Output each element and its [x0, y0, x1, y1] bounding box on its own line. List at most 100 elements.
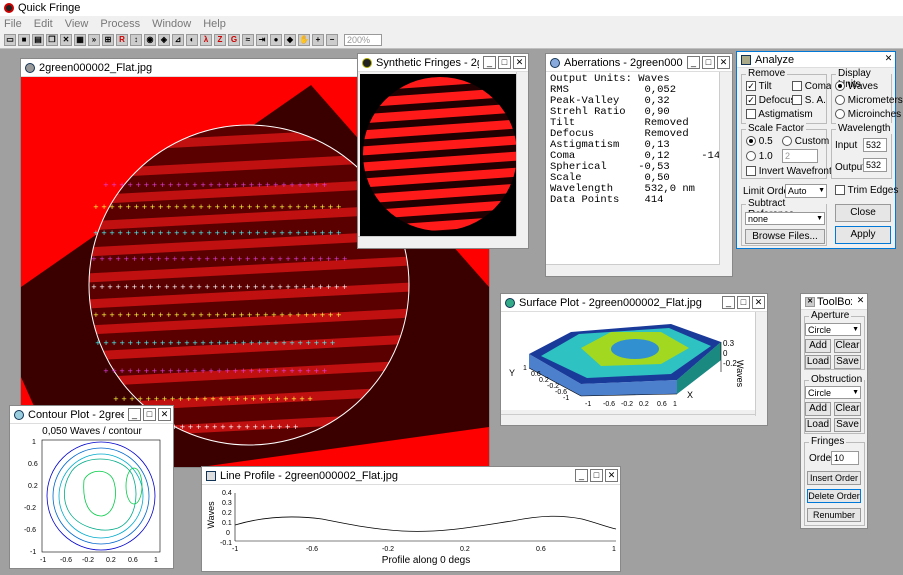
aberrations-titlebar[interactable]: Aberrations - 2green000002_Flat... _□✕ [546, 54, 732, 72]
trim-edges-checkbox[interactable]: Trim Edges [835, 185, 898, 196]
minimize-icon[interactable]: _ [483, 56, 496, 69]
cube-icon[interactable]: ◆ [284, 33, 296, 46]
close-icon[interactable]: ✕ [854, 295, 867, 308]
input-wavelength-field[interactable]: 532 [863, 138, 887, 152]
profile-titlebar[interactable]: Line Profile - 2green000002_Flat.jpg _ □ ✕ [202, 467, 620, 485]
obstruction-load-button[interactable]: Load [805, 418, 831, 432]
synthetic-hscroll[interactable] [358, 236, 516, 248]
surface-hscroll[interactable] [501, 414, 755, 425]
aperture-select[interactable]: Circle [805, 323, 861, 336]
minimize-icon[interactable]: _ [687, 56, 700, 69]
insert-order-button[interactable]: Insert Order [807, 471, 861, 485]
minimize-icon[interactable]: _ [722, 296, 735, 309]
close-icon[interactable]: ✕ [717, 56, 730, 69]
obstruction-select[interactable]: Circle [805, 386, 861, 399]
scale-05-radio[interactable]: 0.5 [746, 136, 773, 147]
hand-icon[interactable]: ✋ [298, 33, 310, 46]
matrix-icon[interactable]: ⊞ [102, 33, 114, 46]
waves-radio[interactable]: Waves [835, 81, 878, 92]
save-icon[interactable]: ■ [18, 33, 30, 46]
menu-file[interactable]: File [4, 18, 22, 30]
aperture-clear-button[interactable]: Clear [834, 339, 861, 353]
subtract-reference-select[interactable]: none [745, 212, 825, 225]
aperture-add-button[interactable]: Add [805, 339, 831, 353]
g-icon[interactable]: G [228, 33, 240, 46]
maximize-icon[interactable]: □ [737, 296, 750, 309]
copy-icon[interactable]: ❐ [46, 33, 58, 46]
limit-order-select[interactable]: Auto [785, 184, 827, 198]
microinches-radio[interactable]: Microinches [835, 109, 901, 120]
print-icon[interactable]: ▤ [32, 33, 44, 46]
zoom-in-icon[interactable]: + [312, 33, 324, 46]
maximize-icon[interactable]: □ [143, 408, 156, 421]
mask-icon[interactable]: ◐ [186, 33, 198, 46]
layers-icon[interactable]: ◈ [158, 33, 170, 46]
surface-vscroll[interactable] [755, 312, 767, 416]
contour-titlebar[interactable]: Contour Plot - 2green00... _□✕ [10, 406, 173, 424]
analyze-titlebar[interactable]: Analyze ✕ [737, 52, 895, 68]
renumber-button[interactable]: Renumber [807, 508, 861, 522]
lambda-icon[interactable]: λ [200, 33, 212, 46]
apply-button[interactable]: Apply [835, 226, 891, 244]
invert-wavefront-checkbox[interactable]: Invert Wavefront [746, 166, 832, 177]
maximize-icon[interactable]: □ [590, 469, 603, 482]
aberrations-hscroll[interactable] [546, 264, 720, 276]
micrometers-radio[interactable]: Micrometers [835, 95, 903, 106]
svg-text:+ + + + + + + + + + + + + + +: + + + + + + + + + + + + + + + + + + + + … [91, 255, 348, 263]
export-icon[interactable]: ⇥ [256, 33, 268, 46]
menu-edit[interactable]: Edit [34, 18, 53, 30]
defocus-checkbox[interactable]: ✓ Defocus [746, 95, 795, 106]
menu-help[interactable]: Help [203, 18, 226, 30]
aberrations-vscroll[interactable] [719, 72, 732, 276]
coma-checkbox[interactable]: Coma [792, 81, 831, 92]
menu-view[interactable]: View [65, 18, 89, 30]
custom-scale-input[interactable]: 2 [782, 149, 818, 163]
aperture-save-button[interactable]: Save [834, 355, 861, 369]
fringe-icon[interactable]: » [88, 33, 100, 46]
order-stepper[interactable]: 10 [831, 451, 859, 465]
obstruction-clear-button[interactable]: Clear [834, 402, 861, 416]
toolbox-titlebar[interactable]: ✕ ToolBox ✕ [801, 294, 867, 310]
tilt-checkbox[interactable]: ✓ Tilt [746, 81, 772, 92]
output-wavelength-field[interactable]: 532 [863, 158, 887, 172]
synthetic-titlebar[interactable]: Synthetic Fringes - 2green000002_... _□✕ [358, 54, 528, 72]
open-icon[interactable]: ▭ [4, 33, 16, 46]
astigmatism-checkbox[interactable]: Astigmatism [746, 109, 813, 120]
surface-titlebar[interactable]: Surface Plot - 2green000002_Flat.jpg _ □ ✕ [501, 294, 767, 312]
delete-order-button[interactable]: Delete Order [807, 489, 861, 503]
browse-files-button[interactable]: Browse Files... [745, 229, 825, 244]
maximize-icon[interactable]: □ [498, 56, 511, 69]
custom-radio[interactable]: Custom [782, 136, 829, 147]
close-icon[interactable]: ✕ [513, 56, 526, 69]
surface-ztick: 0.3 [723, 339, 735, 348]
tools-icon[interactable]: ✕ [60, 33, 72, 46]
wave-icon[interactable]: ≈ [242, 33, 254, 46]
close-button[interactable]: Close [835, 204, 891, 222]
sphere-icon[interactable]: ◉ [144, 33, 156, 46]
close-icon[interactable]: ✕ [605, 469, 618, 482]
close-icon[interactable]: ✕ [752, 296, 765, 309]
menu-process[interactable]: Process [100, 18, 140, 30]
surface-ylabel: Y [509, 368, 515, 378]
plot-icon[interactable]: ⊿ [172, 33, 184, 46]
menu-window[interactable]: Window [152, 18, 191, 30]
minimize-icon[interactable]: _ [575, 469, 588, 482]
minimize-icon[interactable]: _ [128, 408, 141, 421]
r-icon[interactable]: R [116, 33, 128, 46]
close-icon[interactable]: ✕ [882, 53, 895, 66]
synthetic-vscroll[interactable] [516, 72, 528, 236]
surface-xtick: -0.2 [621, 401, 633, 408]
scale-10-radio[interactable]: 1.0 [746, 151, 773, 162]
grid-icon[interactable]: ▦ [74, 33, 86, 46]
z-icon[interactable]: Z [214, 33, 226, 46]
aperture-load-button[interactable]: Load [805, 355, 831, 369]
globe-icon[interactable]: ● [270, 33, 282, 46]
maximize-icon[interactable]: □ [702, 56, 715, 69]
obstruction-add-button[interactable]: Add [805, 402, 831, 416]
tilt-icon[interactable]: ↕ [130, 33, 142, 46]
close-icon[interactable]: ✕ [158, 408, 171, 421]
obstruction-save-button[interactable]: Save [834, 418, 861, 432]
sa-checkbox[interactable]: S. A. [792, 95, 826, 106]
zoom-select[interactable]: 200% [344, 33, 382, 46]
zoom-out-icon[interactable]: − [326, 33, 338, 46]
